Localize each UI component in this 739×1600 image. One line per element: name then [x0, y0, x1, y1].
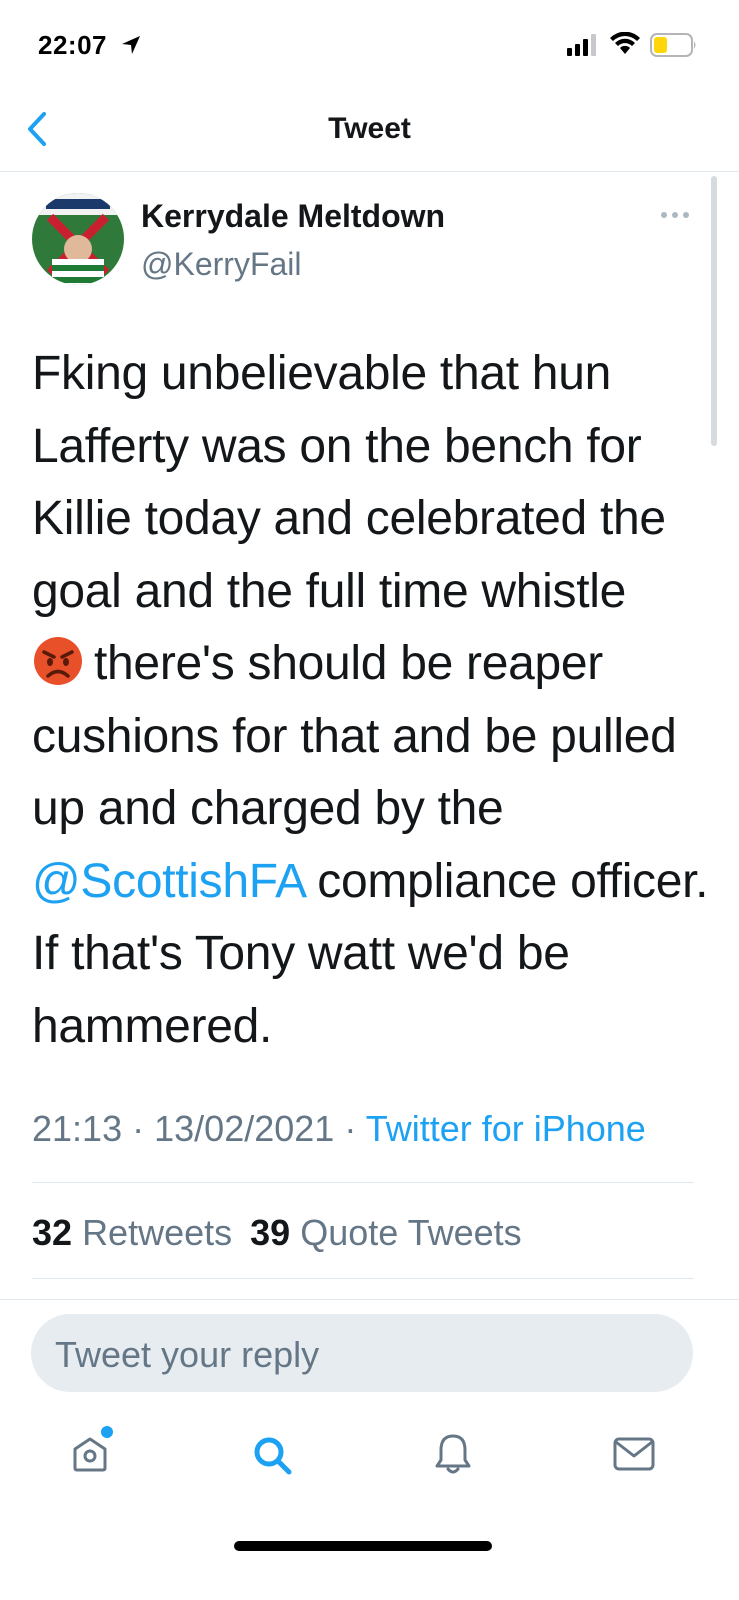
retweets-label: Retweets — [82, 1212, 233, 1253]
quote-tweets-stat[interactable]: 39 Quote Tweets — [250, 1212, 522, 1253]
messages-icon[interactable] — [612, 1436, 656, 1472]
scrollbar[interactable] — [711, 176, 717, 446]
avatar-image — [32, 193, 124, 285]
tweet-time: 21:13 — [32, 1108, 123, 1149]
status-bar: 22:07 — [0, 0, 739, 90]
notifications-icon[interactable] — [433, 1432, 473, 1476]
search-icon[interactable] — [251, 1434, 293, 1476]
divider — [32, 1278, 694, 1279]
location-arrow-icon — [122, 36, 140, 54]
angry-face-icon — [34, 637, 82, 685]
tweet-source-link[interactable]: Twitter for iPhone — [366, 1108, 646, 1149]
meta-separator: · — [132, 1108, 145, 1149]
reply-input[interactable]: Tweet your reply — [31, 1314, 693, 1392]
tweet-stats: 32 Retweets 39 Quote Tweets — [32, 1212, 522, 1254]
retweets-stat[interactable]: 32 Retweets — [32, 1212, 232, 1253]
home-indicator[interactable] — [234, 1541, 492, 1551]
tweet-text-part1: Fking unbelievable that hun Lafferty was… — [32, 347, 666, 618]
tweet-meta: 21:13 · 13/02/2021 · Twitter for iPhone — [32, 1108, 646, 1150]
author-handle[interactable]: @KerryFail — [141, 246, 302, 283]
avatar[interactable] — [32, 193, 124, 285]
tweet-date: 13/02/2021 — [154, 1108, 335, 1149]
mention-link[interactable]: @ScottishFA — [32, 855, 305, 908]
home-icon[interactable] — [70, 1434, 110, 1474]
wifi-icon — [610, 32, 640, 54]
meta-separator: · — [344, 1108, 357, 1149]
retweets-count: 32 — [32, 1212, 73, 1253]
quote-tweets-label: Quote Tweets — [300, 1212, 522, 1253]
cellular-signal-icon — [567, 34, 596, 56]
status-time: 22:07 — [38, 30, 107, 60]
quote-tweets-count: 39 — [250, 1212, 291, 1253]
notification-dot — [101, 1426, 113, 1438]
reply-placeholder: Tweet your reply — [55, 1334, 320, 1375]
more-options-icon[interactable] — [660, 210, 690, 220]
nav-header: Tweet — [0, 90, 739, 172]
author-display-name[interactable]: Kerrydale Meltdown — [141, 198, 445, 235]
tweet-text: Fking unbelievable that hun Lafferty was… — [32, 338, 712, 1063]
divider — [0, 1299, 739, 1300]
divider — [32, 1182, 694, 1183]
tweet-text-part2: there's should be reaper cushions for th… — [32, 637, 677, 835]
page-title: Tweet — [328, 112, 411, 145]
battery-icon — [650, 33, 696, 57]
